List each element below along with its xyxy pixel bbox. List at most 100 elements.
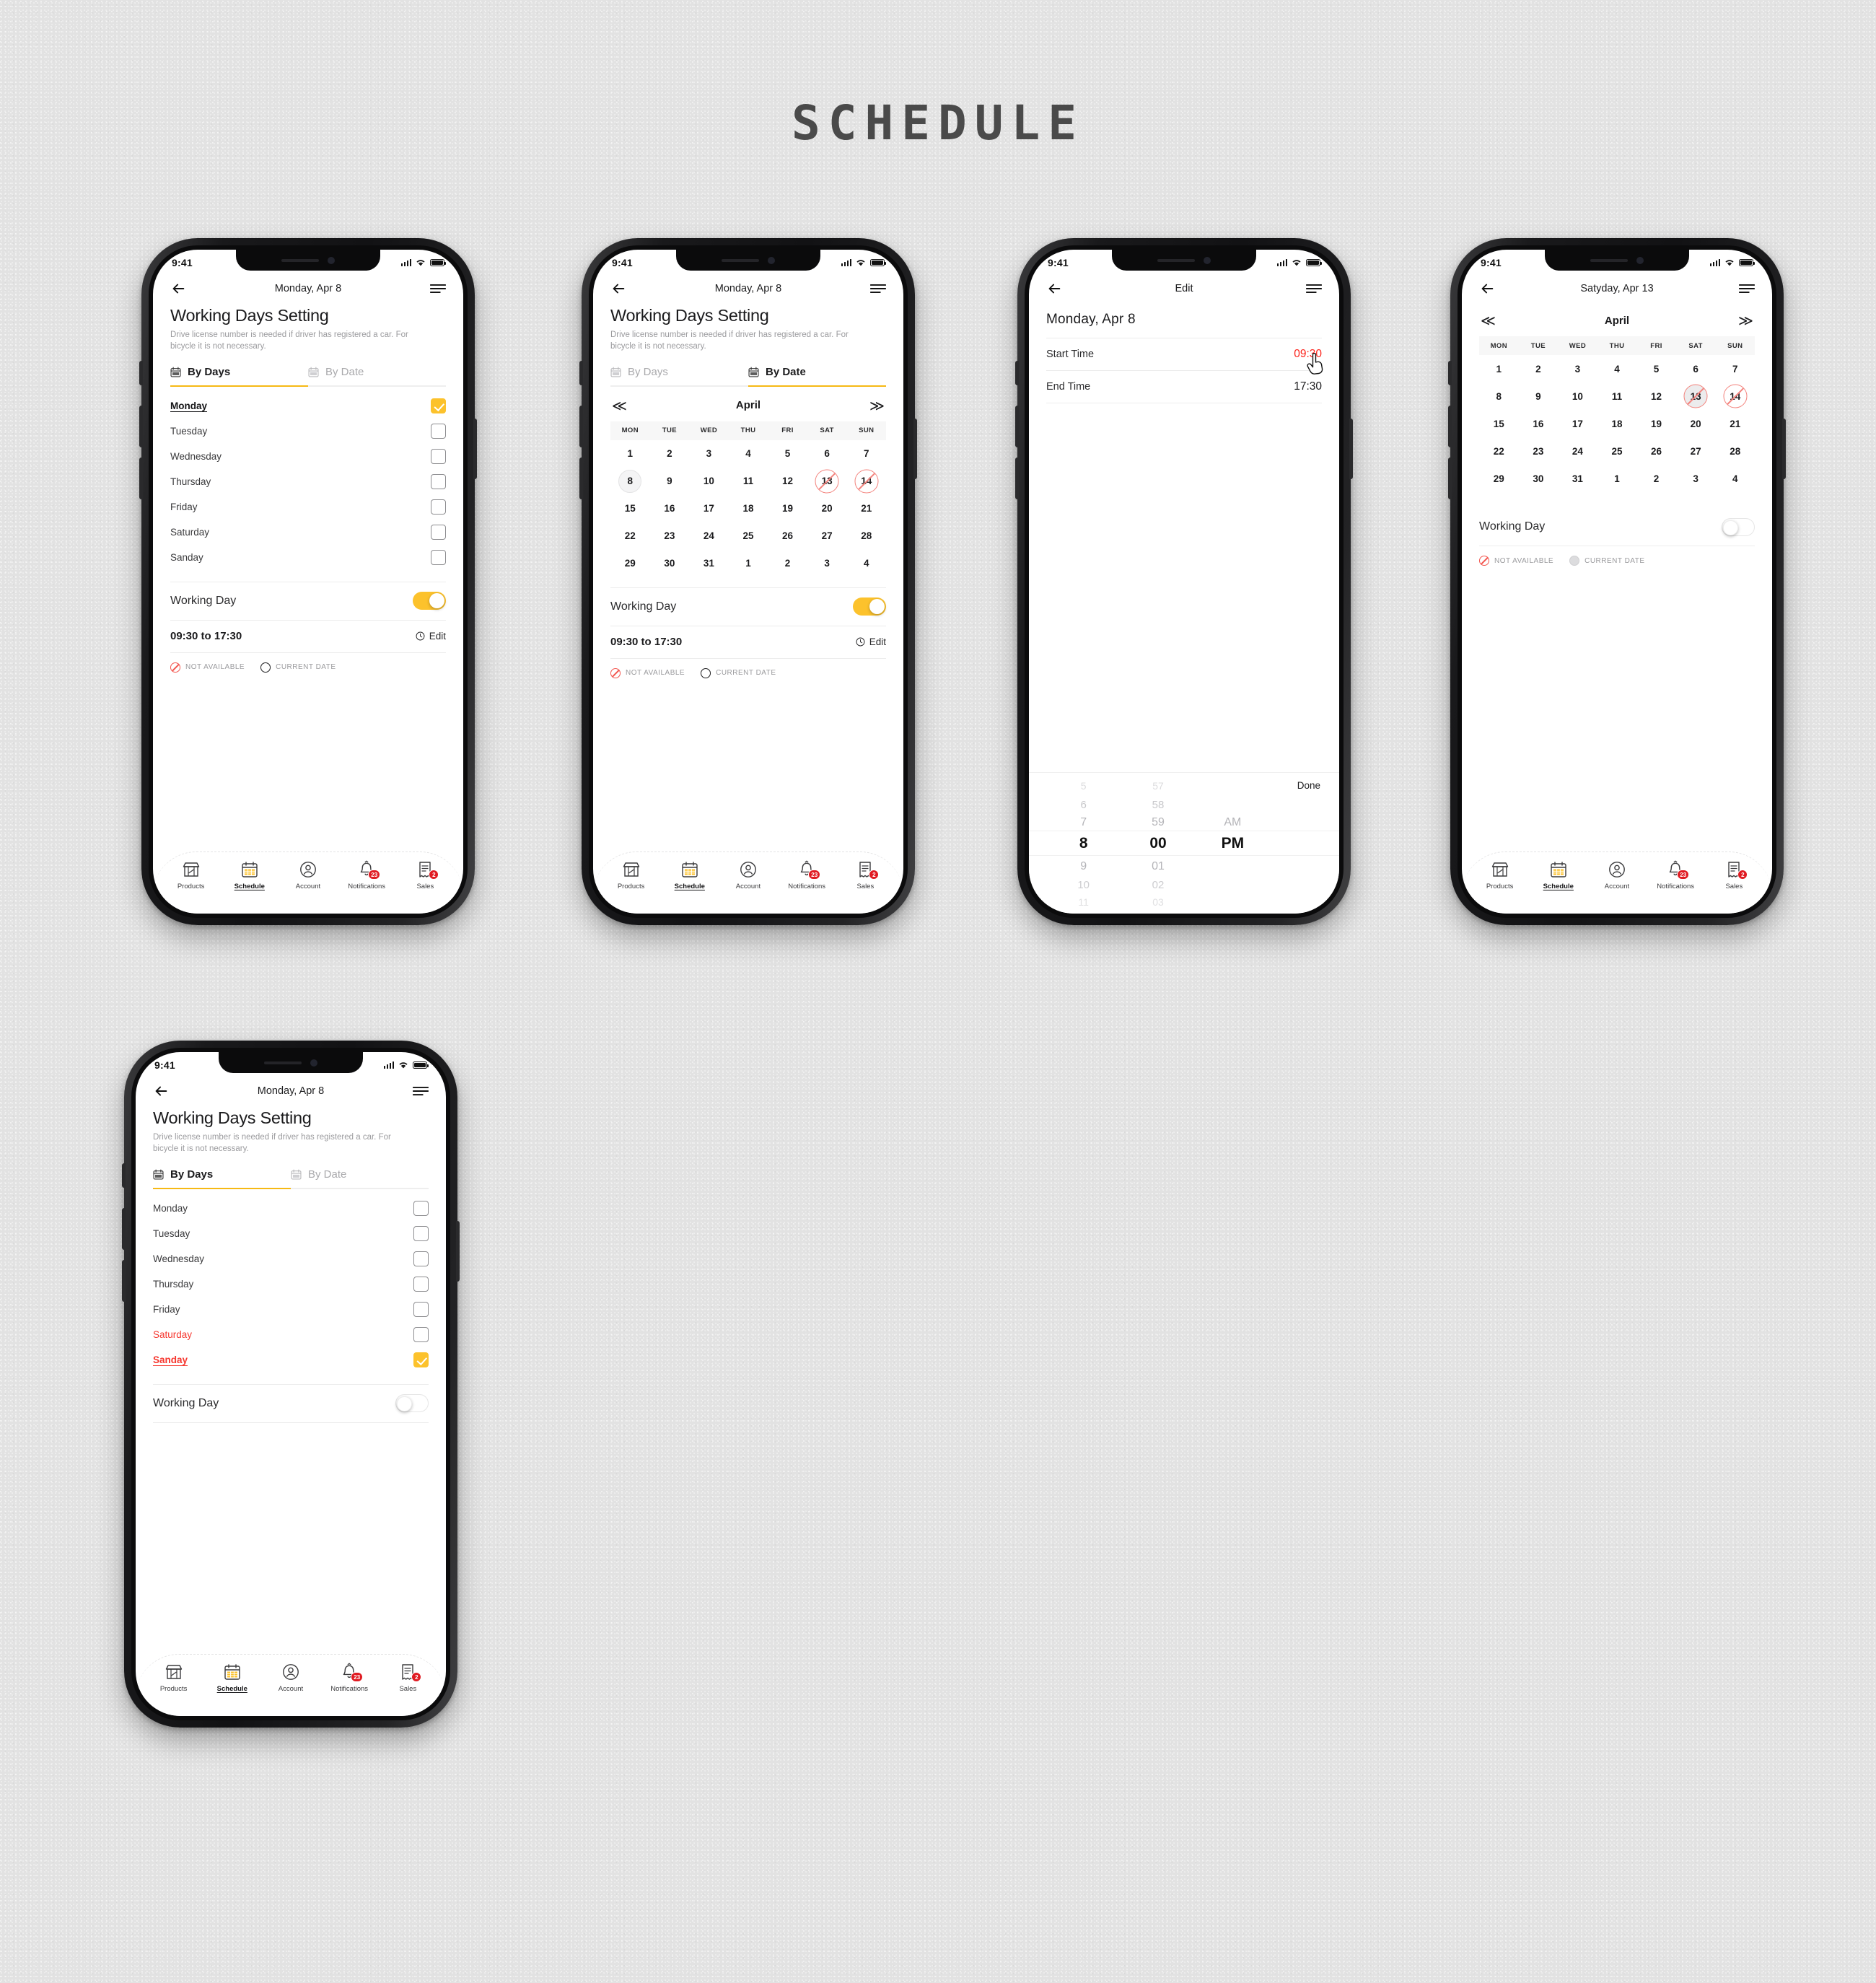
calendar-day[interactable]: 28 [1715, 437, 1755, 465]
day-checkbox[interactable] [413, 1326, 429, 1342]
picker-minutes-column[interactable]: 57 58 59 00 01 02 03 [1121, 773, 1195, 914]
calendar-day-unavailable[interactable]: 13 [807, 468, 847, 495]
day-row[interactable]: Saturday [170, 520, 446, 545]
tab-account[interactable]: Account [722, 860, 774, 890]
hamburger-menu-icon[interactable] [870, 283, 886, 294]
calendar-day[interactable]: 17 [1558, 410, 1597, 437]
working-day-toggle[interactable] [853, 597, 886, 616]
calendar-day[interactable]: 18 [729, 495, 768, 522]
calendar-day[interactable]: 3 [1558, 355, 1597, 382]
calendar-day[interactable]: 2 [768, 550, 807, 577]
hamburger-menu-icon[interactable] [430, 283, 446, 294]
calendar-day[interactable]: 9 [1519, 382, 1559, 410]
back-arrow-icon[interactable] [1046, 281, 1062, 297]
calendar-day[interactable]: 20 [807, 495, 847, 522]
back-arrow-icon[interactable] [610, 281, 626, 297]
chevron-double-left-icon[interactable]: ≪ [612, 398, 627, 413]
tab-by-days[interactable]: By Days [153, 1168, 291, 1188]
tab-products[interactable]: Products [1474, 860, 1526, 890]
tab-by-date[interactable]: By Date [308, 366, 446, 385]
calendar-day[interactable]: 1 [729, 550, 768, 577]
tab-schedule[interactable]: Schedule [664, 860, 716, 890]
day-checkbox[interactable] [431, 423, 446, 439]
tab-by-days[interactable]: By Days [170, 366, 308, 385]
day-checkbox[interactable] [413, 1225, 429, 1241]
day-row[interactable]: Friday [153, 1297, 429, 1322]
calendar-day[interactable]: 22 [1479, 437, 1519, 465]
calendar-day[interactable]: 9 [650, 468, 690, 495]
picker-hours-column[interactable]: 5 6 7 8 9 10 11 [1046, 773, 1121, 914]
calendar-day-current[interactable]: 8 [610, 468, 650, 495]
tab-notifications[interactable]: 23 Notifications [1649, 860, 1701, 890]
time-picker[interactable]: Done 5 6 7 8 9 10 11 57 58 59 00 01 02 0… [1029, 772, 1339, 914]
calendar-day[interactable]: 5 [768, 440, 807, 468]
calendar-day[interactable]: 21 [1715, 410, 1755, 437]
calendar-day[interactable]: 12 [1636, 382, 1676, 410]
edit-time-button[interactable]: Edit [416, 631, 446, 642]
back-arrow-icon[interactable] [170, 281, 186, 297]
calendar-day[interactable]: 23 [1519, 437, 1559, 465]
tab-by-days[interactable]: By Days [610, 366, 748, 385]
back-arrow-icon[interactable] [1479, 281, 1495, 297]
calendar-day[interactable]: 1 [1479, 355, 1519, 382]
calendar-day[interactable]: 15 [610, 495, 650, 522]
calendar-day[interactable]: 6 [1676, 355, 1716, 382]
picker-meridiem-column[interactable]: AM PM [1196, 773, 1270, 914]
back-arrow-icon[interactable] [153, 1083, 169, 1099]
day-checkbox[interactable] [431, 499, 446, 515]
calendar-day[interactable]: 4 [846, 550, 886, 577]
day-row[interactable]: Sanday [170, 545, 446, 570]
calendar-day[interactable]: 12 [768, 468, 807, 495]
calendar-day-unavailable-selected[interactable]: 13 [1676, 382, 1716, 410]
tab-products[interactable]: Products [148, 1663, 200, 1693]
calendar-day[interactable]: 31 [689, 550, 729, 577]
day-row[interactable]: Thursday [170, 469, 446, 494]
calendar-day[interactable]: 26 [1636, 437, 1676, 465]
calendar-day[interactable]: 29 [1479, 465, 1519, 492]
day-checkbox[interactable] [431, 448, 446, 464]
tab-account[interactable]: Account [282, 860, 334, 890]
start-time-value[interactable]: 09:30 [1294, 348, 1322, 361]
calendar-day[interactable]: 25 [729, 522, 768, 550]
calendar-day[interactable]: 19 [1636, 410, 1676, 437]
tab-sales[interactable]: 2 Sales [1708, 860, 1760, 890]
working-day-toggle[interactable] [413, 592, 446, 610]
start-time-row[interactable]: Start Time 09:30 [1046, 338, 1323, 375]
calendar-day[interactable]: 30 [650, 550, 690, 577]
day-checkbox[interactable] [413, 1200, 429, 1216]
tab-notifications[interactable]: 23 Notifications [341, 860, 393, 890]
calendar-day[interactable]: 22 [610, 522, 650, 550]
day-row[interactable]: Friday [170, 494, 446, 520]
calendar-day[interactable]: 24 [689, 522, 729, 550]
calendar-day[interactable]: 23 [650, 522, 690, 550]
calendar-day[interactable]: 26 [768, 522, 807, 550]
day-checkbox[interactable] [431, 398, 446, 413]
day-row[interactable]: Tuesday [170, 419, 446, 444]
calendar-day[interactable]: 1 [1597, 465, 1637, 492]
end-time-value[interactable]: 17:30 [1294, 380, 1322, 393]
tab-sales[interactable]: 2 Sales [399, 860, 451, 890]
chevron-double-left-icon[interactable]: ≪ [1481, 313, 1496, 328]
calendar-day[interactable]: 7 [846, 440, 886, 468]
calendar-day[interactable]: 4 [1597, 355, 1637, 382]
calendar-day[interactable]: 10 [1558, 382, 1597, 410]
tab-schedule[interactable]: Schedule [206, 1663, 258, 1693]
tab-notifications[interactable]: 23 Notifications [781, 860, 833, 890]
day-row[interactable]: Wednesday [153, 1246, 429, 1271]
calendar-day[interactable]: 27 [807, 522, 847, 550]
calendar-day[interactable]: 8 [1479, 382, 1519, 410]
calendar-day[interactable]: 2 [650, 440, 690, 468]
calendar-day[interactable]: 24 [1558, 437, 1597, 465]
calendar-day[interactable]: 2 [1636, 465, 1676, 492]
day-checkbox[interactable] [431, 549, 446, 565]
tab-account[interactable]: Account [1591, 860, 1643, 890]
tab-products[interactable]: Products [165, 860, 217, 890]
calendar-day[interactable]: 7 [1715, 355, 1755, 382]
calendar-day[interactable]: 3 [689, 440, 729, 468]
hamburger-menu-icon[interactable] [1738, 283, 1755, 294]
tab-schedule[interactable]: Schedule [224, 860, 276, 890]
day-checkbox[interactable] [413, 1301, 429, 1317]
calendar-day[interactable]: 21 [846, 495, 886, 522]
calendar-day[interactable]: 3 [1676, 465, 1716, 492]
tab-notifications[interactable]: 23 Notifications [323, 1663, 375, 1693]
